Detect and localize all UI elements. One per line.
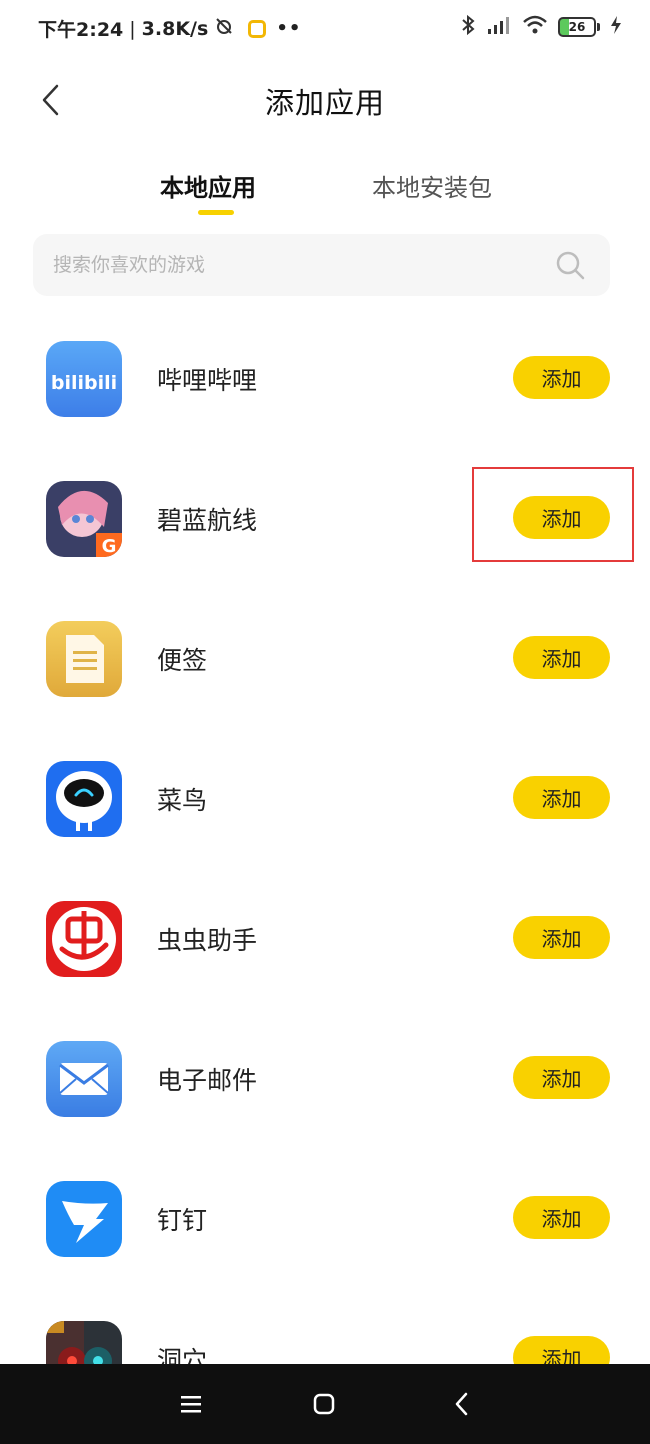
- list-item: 虫虫助手 添加: [0, 866, 650, 1006]
- app-name: 虫虫助手: [157, 926, 258, 955]
- tab-local-apps[interactable]: 本地应用: [160, 168, 256, 203]
- more-notifications-icon: ••: [276, 18, 302, 39]
- search-input[interactable]: [53, 234, 533, 296]
- battery-icon: 26: [558, 17, 600, 37]
- nav-back-button[interactable]: [444, 1386, 480, 1422]
- app-name: 洞穴: [157, 1346, 208, 1364]
- menu-button[interactable]: [173, 1386, 209, 1422]
- menu-icon: [181, 1396, 201, 1413]
- active-tab-indicator: [198, 210, 234, 215]
- list-item: 菜鸟 添加: [0, 726, 650, 866]
- app-name: 便签: [157, 646, 208, 675]
- home-icon: [313, 1393, 335, 1415]
- cainiao-icon: [46, 761, 122, 837]
- page-title: 添加应用: [264, 86, 385, 120]
- highlight-annotation-box: [472, 467, 634, 562]
- azur-lane-icon: G: [46, 481, 122, 557]
- app-name: 哔哩哔哩: [157, 366, 258, 395]
- notes-icon: [46, 621, 122, 697]
- list-item: 便签 添加: [0, 586, 650, 726]
- app-name: 碧蓝航线: [157, 506, 258, 535]
- app-name: 电子邮件: [157, 1066, 258, 1095]
- status-right: 26: [460, 14, 622, 40]
- list-item: 钉钉 添加: [0, 1146, 650, 1286]
- cave-game-icon: [46, 1321, 122, 1364]
- list-item: bilibili 哔哩哔哩 添加: [0, 306, 650, 446]
- list-item: 电子邮件 添加: [0, 1006, 650, 1146]
- signal-icon: [486, 14, 512, 40]
- home-button[interactable]: [306, 1386, 342, 1422]
- add-button[interactable]: 添加: [513, 916, 610, 959]
- status-separator: |: [129, 17, 136, 40]
- bluetooth-icon: [460, 14, 476, 40]
- search-bar: [33, 234, 610, 296]
- notification-icon: [248, 19, 267, 38]
- list-item: 洞穴 添加: [0, 1286, 650, 1364]
- charging-icon: [610, 15, 622, 39]
- system-nav-bar: [0, 1364, 650, 1444]
- alarm-off-icon: [214, 16, 234, 41]
- app-list: bilibili 哔哩哔哩 添加 G 碧蓝航线 添加 便签 添加 菜鸟 添加 虫…: [0, 306, 650, 1364]
- chongchong-icon: [46, 901, 122, 977]
- battery-level: 26: [558, 17, 596, 37]
- add-button[interactable]: 添加: [513, 1196, 610, 1239]
- tab-local-packages[interactable]: 本地安装包: [372, 168, 492, 203]
- add-button[interactable]: 添加: [513, 636, 610, 679]
- dingtalk-icon: [46, 1181, 122, 1257]
- svg-text:bilibili: bilibili: [51, 372, 117, 394]
- wifi-icon: [522, 14, 548, 40]
- app-name: 钉钉: [157, 1206, 208, 1235]
- email-icon: [46, 1041, 122, 1117]
- svg-text:G: G: [102, 536, 117, 557]
- status-net-speed: 3.8K/s: [141, 17, 209, 40]
- bilibili-icon: bilibili: [46, 341, 122, 417]
- search-icon[interactable]: [554, 249, 586, 281]
- add-button[interactable]: 添加: [513, 1056, 610, 1099]
- add-button[interactable]: 添加: [513, 776, 610, 819]
- tab-bar: 本地应用 本地安装包: [0, 160, 650, 220]
- status-time: 下午2:24: [38, 19, 124, 41]
- nav-back-icon: [455, 1392, 468, 1416]
- header: 添加应用: [0, 70, 650, 130]
- add-button[interactable]: 添加: [513, 356, 610, 399]
- status-left: 下午2:24 | 3.8K/s ••: [38, 15, 301, 42]
- add-button[interactable]: 添加: [513, 1336, 610, 1364]
- status-bar: 下午2:24 | 3.8K/s •• 26: [0, 0, 650, 56]
- app-name: 菜鸟: [157, 786, 208, 815]
